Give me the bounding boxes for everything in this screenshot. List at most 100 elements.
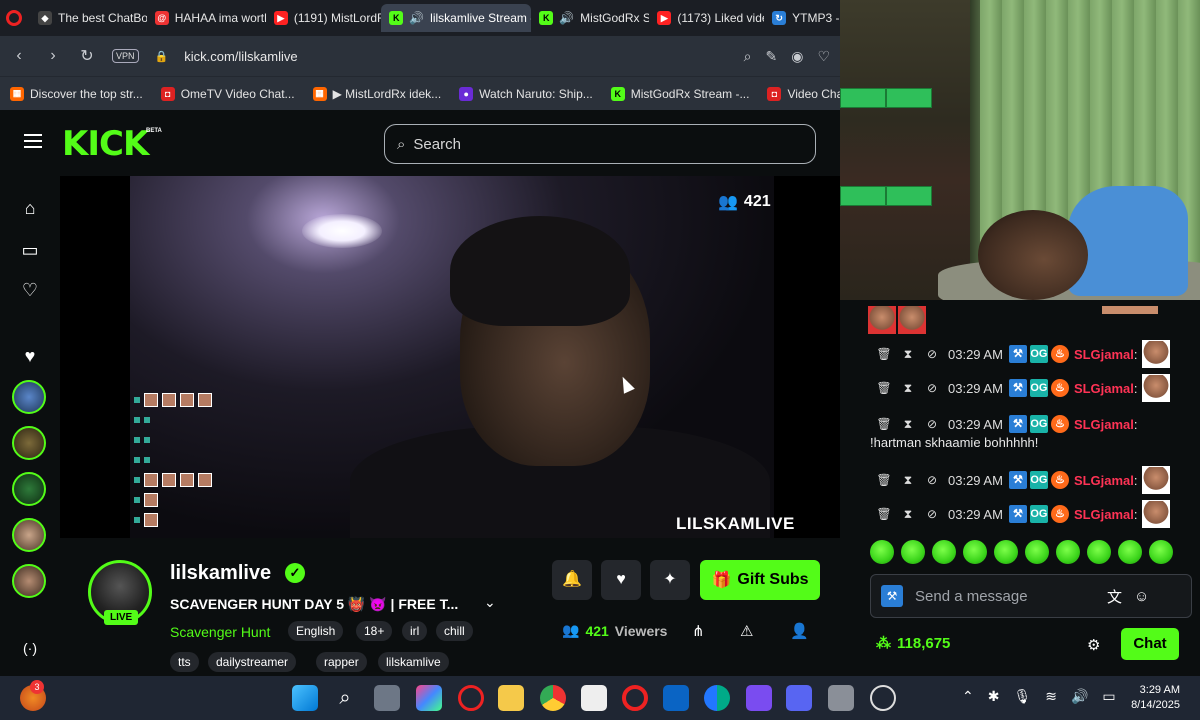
- browser-tab[interactable]: ▶ (1173) Liked vide: [649, 4, 764, 32]
- follow-button[interactable]: ♥: [601, 560, 641, 600]
- delete-icon[interactable]: 🗑: [876, 506, 892, 522]
- quick-emote[interactable]: [1149, 540, 1173, 564]
- opera-icon[interactable]: [458, 685, 484, 711]
- emoji-icon[interactable]: ☺: [1134, 588, 1149, 605]
- tag-chip[interactable]: irl: [402, 621, 428, 641]
- category-link[interactable]: Scavenger Hunt: [170, 624, 270, 640]
- browser-tab-active[interactable]: K 🔊 lilskamlive Stream - W: [381, 4, 532, 32]
- quick-emote[interactable]: [1056, 540, 1080, 564]
- opera-logo-icon[interactable]: [6, 10, 22, 26]
- quick-emote[interactable]: [932, 540, 956, 564]
- share-icon[interactable]: ⋔: [692, 622, 705, 640]
- chat-send-button[interactable]: Chat: [1121, 628, 1179, 660]
- quick-emote[interactable]: [870, 540, 894, 564]
- battery-icon[interactable]: ▭: [1102, 688, 1115, 705]
- ban-icon[interactable]: ⊘: [924, 506, 940, 522]
- followed-channel-avatar[interactable]: [12, 518, 46, 552]
- chat-username[interactable]: SLGjamal: [1074, 417, 1134, 432]
- tag-chip[interactable]: 18+: [356, 621, 393, 641]
- followed-channel-avatar[interactable]: [12, 564, 46, 598]
- discord-icon[interactable]: [786, 685, 812, 711]
- app-icon[interactable]: [870, 685, 896, 711]
- sparkle-button[interactable]: ✦: [650, 560, 690, 600]
- back-icon[interactable]: ‹: [10, 47, 28, 65]
- edge-icon[interactable]: [704, 685, 730, 711]
- file-explorer-icon[interactable]: [498, 685, 524, 711]
- bookmark-heart-icon[interactable]: ♡: [817, 48, 830, 65]
- chat-message-input[interactable]: [915, 587, 1095, 605]
- tag-chip[interactable]: chill: [436, 621, 473, 641]
- kick-logo[interactable]: KICK: [62, 124, 149, 164]
- chat-username[interactable]: SLGjamal: [1074, 381, 1134, 396]
- user-badge-icon[interactable]: ⚒: [881, 585, 903, 607]
- microphone-icon[interactable]: 🎙: [1013, 688, 1031, 705]
- delete-icon[interactable]: 🗑: [876, 416, 892, 432]
- bluetooth-icon[interactable]: ✱: [988, 688, 1000, 705]
- taskbar-clock[interactable]: 3:29 AM 8/14/2025: [1126, 683, 1180, 713]
- bookmark-item[interactable]: ● Watch Naruto: Ship...: [459, 86, 593, 101]
- camera-app-icon[interactable]: [828, 685, 854, 711]
- quick-emote[interactable]: [994, 540, 1018, 564]
- browser-tab[interactable]: ↻ YTMP3 -: [764, 4, 840, 32]
- chat-username[interactable]: SLGjamal: [1074, 507, 1134, 522]
- gift-subs-button[interactable]: 🎁 Gift Subs: [700, 560, 820, 600]
- chevron-up-icon[interactable]: ⌃: [962, 688, 974, 705]
- bookmark-item[interactable]: ▦ ▶ MistLordRx idek...: [312, 86, 441, 101]
- gear-icon[interactable]: ⚙: [1087, 636, 1100, 654]
- menu-icon[interactable]: [24, 134, 42, 148]
- home-icon[interactable]: ⌂: [18, 196, 42, 220]
- chevron-down-icon[interactable]: ⌄: [484, 594, 496, 611]
- followed-channel-avatar[interactable]: [12, 380, 46, 414]
- ban-icon[interactable]: ⊘: [924, 380, 940, 396]
- copilot-icon[interactable]: [416, 685, 442, 711]
- speaker-icon[interactable]: 🔊: [559, 11, 574, 25]
- followed-channel-avatar[interactable]: [12, 426, 46, 460]
- task-view-icon[interactable]: [374, 685, 400, 711]
- tag-chip[interactable]: tts: [170, 652, 199, 672]
- volume-icon[interactable]: 🔊: [1071, 688, 1088, 705]
- chat-input-box[interactable]: ⚒ 文 ☺: [870, 574, 1192, 618]
- store-icon[interactable]: [581, 685, 607, 711]
- chat-username[interactable]: SLGjamal: [1074, 347, 1134, 362]
- quick-emote[interactable]: [1087, 540, 1111, 564]
- wifi-icon[interactable]: ≋: [1045, 688, 1057, 705]
- search-icon[interactable]: ⌕: [332, 685, 358, 711]
- delete-icon[interactable]: 🗑: [876, 472, 892, 488]
- opera-gx-icon[interactable]: [622, 685, 648, 711]
- notification-bell-button[interactable]: 🔔: [552, 560, 592, 600]
- report-icon[interactable]: ⚠: [740, 622, 753, 640]
- url-field[interactable]: kick.com/lilskamlive: [184, 49, 297, 64]
- collapse-sidebar-icon[interactable]: (·): [18, 636, 42, 660]
- browser-tab[interactable]: @ HAHAA ima worth: [147, 4, 266, 32]
- lock-icon[interactable]: 🔒: [155, 50, 169, 63]
- forward-icon[interactable]: ›: [44, 47, 62, 65]
- video-player[interactable]: 👥 421 LILSKAMLIVE: [60, 176, 840, 538]
- bookmark-item[interactable]: ◘ OmeTV Video Chat...: [160, 86, 295, 101]
- bookmark-item[interactable]: ▦ Discover the top str...: [10, 86, 143, 101]
- browser-tab[interactable]: ◆ The best ChatBot: [30, 4, 147, 32]
- following-heart-icon[interactable]: ♡: [18, 278, 42, 302]
- reload-icon[interactable]: ↻: [78, 46, 96, 66]
- edit-icon[interactable]: ✎: [765, 48, 777, 65]
- app-icon[interactable]: [746, 685, 772, 711]
- ban-icon[interactable]: ⊘: [924, 346, 940, 362]
- windows-start-icon[interactable]: [292, 685, 318, 711]
- speaker-icon[interactable]: 🔊: [409, 11, 424, 25]
- browser-tab[interactable]: K 🔊 MistGodRx St: [531, 4, 649, 32]
- browse-icon[interactable]: ▭: [18, 238, 42, 262]
- vpn-badge[interactable]: VPN: [112, 49, 139, 63]
- quick-emote[interactable]: [963, 540, 987, 564]
- camera-icon[interactable]: ◉: [791, 48, 803, 65]
- delete-icon[interactable]: 🗑: [876, 346, 892, 362]
- timeout-icon[interactable]: ⧗: [900, 346, 916, 362]
- tag-chip[interactable]: dailystreamer: [208, 652, 297, 672]
- tag-chip[interactable]: lilskamlive: [378, 652, 449, 672]
- browser-tab[interactable]: ▶ (1191) MistLordR: [266, 4, 381, 32]
- chrome-icon[interactable]: [540, 685, 566, 711]
- followed-channel-avatar[interactable]: [12, 472, 46, 506]
- timeout-icon[interactable]: ⧗: [900, 472, 916, 488]
- quick-emote[interactable]: [1025, 540, 1049, 564]
- ban-icon[interactable]: ⊘: [924, 472, 940, 488]
- add-friend-icon[interactable]: 👤: [790, 622, 809, 640]
- following-filled-heart-icon[interactable]: ♥: [18, 344, 42, 368]
